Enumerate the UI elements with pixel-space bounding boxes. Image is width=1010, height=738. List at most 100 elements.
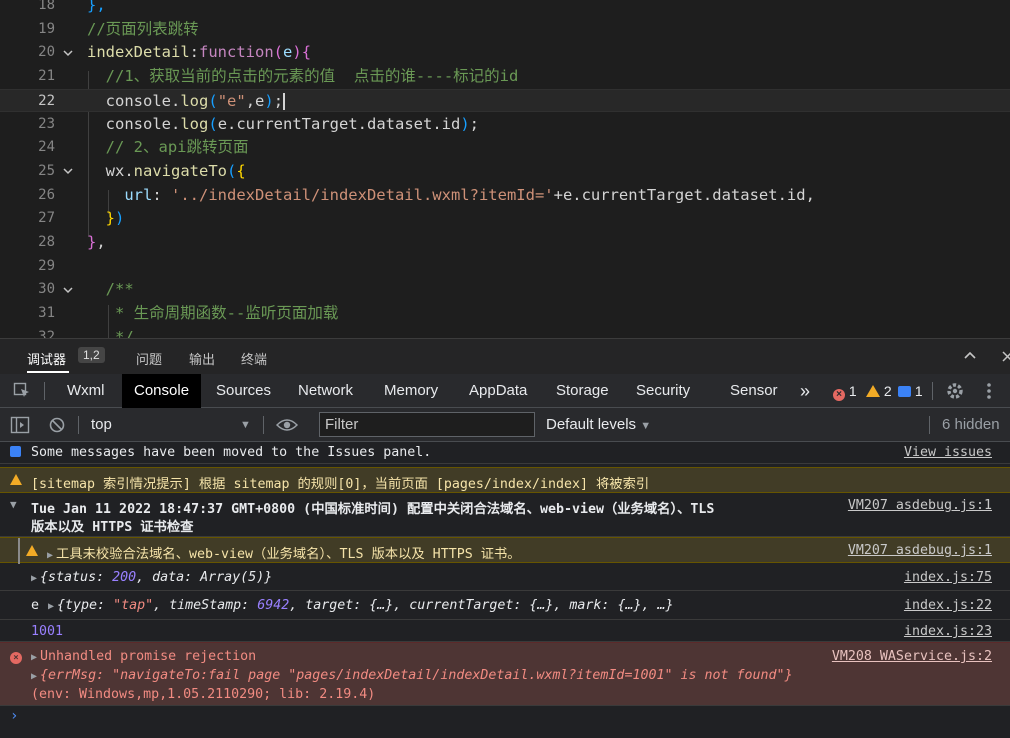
source-link[interactable]: VM207 asdebug.js:1 [848, 543, 992, 558]
clear-console-icon[interactable] [48, 408, 66, 442]
code-line[interactable]: 18}, [0, 0, 1010, 18]
code-text: // 2、api跳转页面 [87, 138, 249, 157]
code-text: */ [87, 327, 134, 338]
code-editor[interactable]: 18}, 19 //页面列表跳转 20 indexDetail:function(e){… [0, 0, 1010, 338]
source-link[interactable]: index.js:22 [904, 598, 992, 613]
tab-security[interactable]: Security [624, 374, 702, 408]
code-line[interactable]: 20 indexDetail:function(e){ [0, 41, 1010, 65]
code-line[interactable]: 27 }) [0, 207, 1010, 231]
tab-console[interactable]: Console [122, 374, 202, 408]
error-icon: × [10, 649, 22, 664]
text-cursor [283, 92, 286, 110]
toolbar-divider [263, 416, 264, 434]
more-tabs-button[interactable]: » [800, 374, 810, 408]
tab-problems[interactable]: 问题 [136, 349, 162, 368]
warning-counter[interactable]: 2 [866, 374, 892, 408]
code-text: console.log(e.currentTarget.dataset.id); [87, 114, 480, 133]
tab-appdata[interactable]: AppData [457, 374, 539, 408]
filter-input[interactable] [319, 412, 535, 437]
line-number: 18 [38, 0, 55, 13]
code-line[interactable]: 22 console.log("e",e); [0, 88, 1010, 113]
console-message-log[interactable]: ▶ {status: 200, data: Array(5)} index.js:… [0, 565, 1010, 591]
warning-icon [866, 385, 880, 397]
code-text: }, [87, 233, 106, 251]
warning-icon [10, 474, 22, 489]
code-line[interactable]: 26 url: '../indexDetail/indexDetail.wxml… [0, 184, 1010, 208]
line-number: 21 [38, 68, 55, 85]
log-value: 1001 [31, 624, 64, 639]
view-issues-link[interactable]: View issues [904, 445, 992, 460]
line-number: 23 [38, 115, 55, 132]
chevron-up-icon[interactable] [962, 348, 978, 368]
tab-wxml[interactable]: Wxml [55, 374, 117, 408]
tab-memory[interactable]: Memory [372, 374, 450, 408]
console-prompt[interactable]: › [10, 708, 18, 724]
gear-icon[interactable] [945, 374, 965, 408]
line-number: 24 [38, 139, 55, 156]
sidebar-toggle-icon[interactable] [10, 408, 30, 442]
error-counter[interactable]: × 1 [833, 374, 857, 408]
toolbar-divider [932, 382, 933, 400]
code-line[interactable]: 31 * 生命周期函数--监听页面加载 [0, 302, 1010, 326]
object-preview[interactable]: ▶ {status: 200, data: Array(5)} [31, 570, 272, 585]
object-preview[interactable]: ▶ {type: "tap", timeStamp: 6942, target: … [48, 598, 673, 613]
tab-sources[interactable]: Sources [204, 374, 283, 408]
code-line[interactable]: 21 //1、获取当前的点击的元素的值 点击的谁----标记的id [0, 65, 1010, 89]
tab-terminal[interactable]: 终端 [241, 349, 267, 368]
error-object[interactable]: ▶ {errMsg: "navigateTo:fail page "pages/i… [31, 668, 793, 683]
console-output[interactable]: Some messages have been moved to the Iss… [0, 442, 1010, 738]
console-message-log[interactable]: e ▶ {type: "tap", timeStamp: 6942, target… [0, 592, 1010, 620]
code-text: url: '../indexDetail/indexDetail.wxml?it… [87, 185, 815, 204]
log-levels-select[interactable]: Default levels ▼ [546, 408, 651, 442]
close-panel-icon[interactable] [1000, 348, 1010, 368]
error-count: 1 [848, 383, 857, 399]
info-count: 1 [914, 383, 923, 399]
line-number: 19 [38, 20, 55, 37]
tab-output[interactable]: 输出 [189, 349, 215, 368]
tab-network[interactable]: Network [286, 374, 365, 408]
source-link[interactable]: index.js:75 [904, 570, 992, 585]
code-line[interactable]: 23 console.log(e.currentTarget.dataset.i… [0, 113, 1010, 137]
warning-count: 2 [883, 383, 892, 399]
info-counter[interactable]: 1 [898, 374, 923, 408]
code-line[interactable]: 30 /** [0, 278, 1010, 302]
code-line[interactable]: 32 */ [0, 326, 1010, 338]
info-icon [898, 386, 911, 397]
code-line[interactable]: 29 [0, 255, 1010, 279]
debugger-badge: 1,2 [78, 347, 105, 363]
code-line[interactable]: 19 //页面列表跳转 [0, 18, 1010, 42]
code-line[interactable]: 28}, [0, 231, 1010, 255]
code-line[interactable]: 25 wx.navigateTo({ [0, 160, 1010, 184]
fold-chevron-icon[interactable] [62, 278, 76, 302]
toolbar-divider [44, 382, 45, 400]
fold-chevron-icon[interactable] [62, 41, 76, 65]
code-line[interactable]: 24 // 2、api跳转页面 [0, 136, 1010, 160]
tab-sensor[interactable]: Sensor [718, 374, 790, 408]
line-number: 26 [38, 186, 55, 203]
source-link[interactable]: VM208 WAService.js:2 [832, 649, 992, 664]
eye-icon[interactable] [275, 408, 299, 442]
source-link[interactable]: index.js:23 [904, 624, 992, 639]
console-group[interactable]: ▼ Tue Jan 11 2022 18:47:37 GMT+0800 (中国标… [0, 493, 1010, 537]
line-number: 29 [38, 257, 55, 274]
code-text: //1、获取当前的点击的元素的值 点击的谁----标记的id [87, 67, 519, 86]
tab-storage[interactable]: Storage [544, 374, 621, 408]
panel-tab-bar: 调试器 1,2 问题 输出 终端 [0, 338, 1010, 374]
console-message-error[interactable]: × ▶ Unhandled promise rejection ▶ {errMsg:… [0, 642, 1010, 706]
expanded-arrow-icon[interactable]: ▼ [10, 498, 17, 511]
inspect-element-icon[interactable] [13, 374, 31, 408]
fold-chevron-icon[interactable] [62, 160, 76, 184]
context-select[interactable]: top [91, 408, 112, 442]
line-number: 28 [38, 234, 55, 250]
kebab-menu-icon[interactable] [986, 374, 992, 408]
message-text[interactable]: ▶ 工具未校验合法域名、web-view（业务域名）、TLS 版本以及 HTTPS… [47, 543, 521, 562]
chevron-down-icon[interactable]: ▼ [240, 408, 251, 442]
group-title: Tue Jan 11 2022 18:47:37 GMT+0800 (中国标准时… [31, 502, 715, 517]
tab-debugger[interactable]: 调试器 [27, 349, 66, 368]
code-text: * 生命周期函数--监听页面加载 [87, 304, 339, 323]
code-text: }) [87, 209, 125, 228]
code-text: /** [87, 280, 134, 299]
warning-icon [26, 545, 38, 560]
error-title[interactable]: ▶ Unhandled promise rejection [31, 649, 256, 664]
source-link[interactable]: VM207 asdebug.js:1 [848, 498, 992, 513]
